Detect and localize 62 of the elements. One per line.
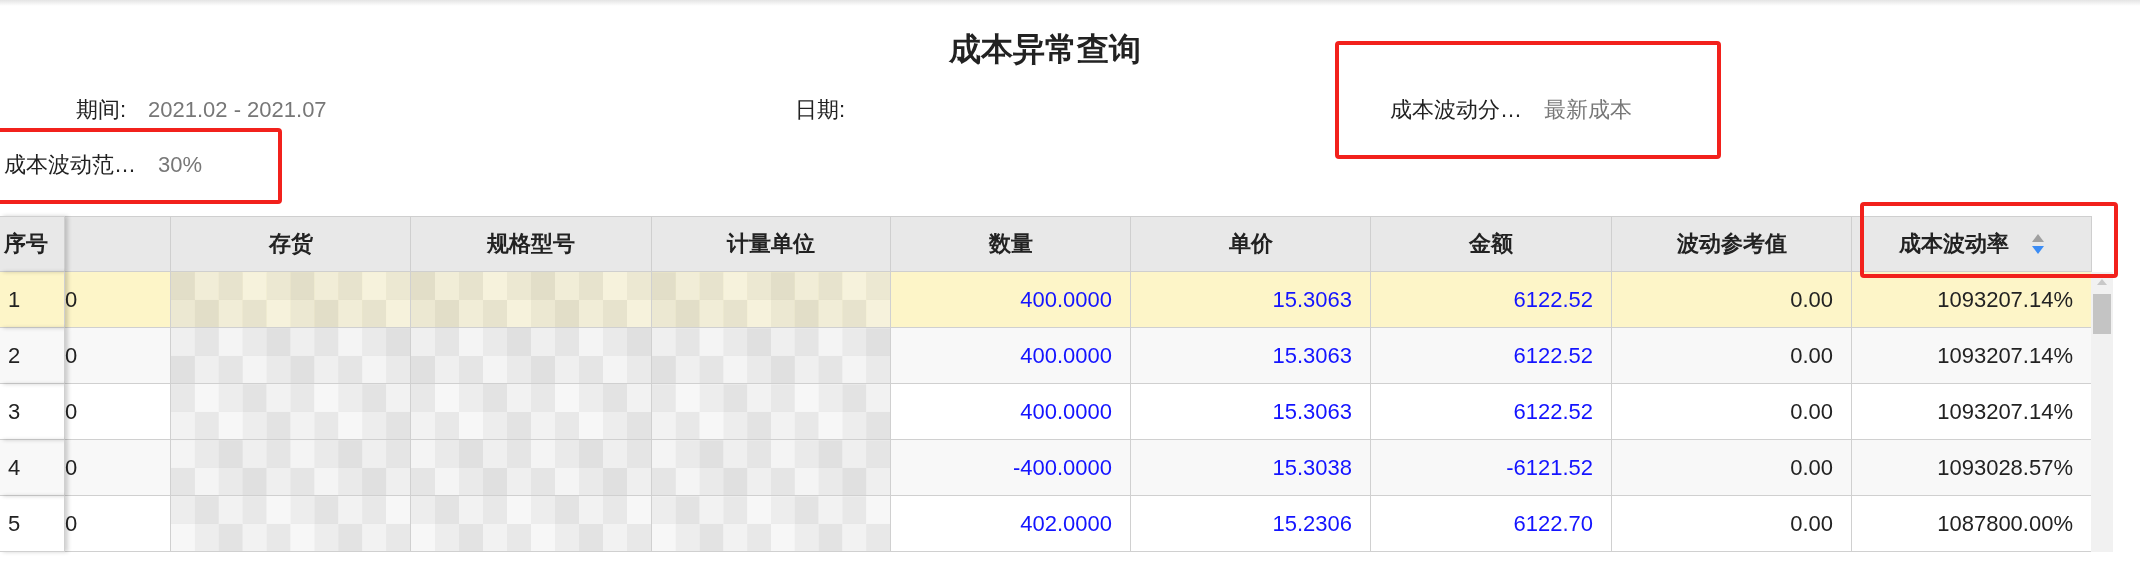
table-cell: 15.2306 <box>1272 510 1352 537</box>
column-header[interactable] <box>65 216 171 272</box>
table-cell: 0 <box>65 342 78 369</box>
table-cell: 0 <box>65 398 78 425</box>
table-cell: 0 <box>65 454 78 481</box>
table-cell: 0.00 <box>1790 510 1833 537</box>
column-header[interactable]: 金额 <box>1371 216 1612 272</box>
table-cell: 4 <box>8 454 21 481</box>
filter-label: 日期: <box>793 95 845 124</box>
table-row[interactable]: 1 0 400.0000 15.3063 6122.52 0.00 1093207.14% <box>0 272 2092 328</box>
table-cell: 2 <box>8 342 21 369</box>
filter-value[interactable]: 最新成本 <box>1544 94 1632 125</box>
table-cell: 5 <box>8 510 21 537</box>
table-cell: -6121.52 <box>1506 454 1593 481</box>
column-header[interactable]: 成本波动率 <box>1852 216 2092 272</box>
table-cell: 15.3063 <box>1272 286 1352 313</box>
table-cell: 0 <box>65 510 78 537</box>
column-header[interactable]: 规格型号 <box>411 216 652 272</box>
filter-label: 成本波动范… <box>4 150 136 179</box>
table-cell: 6122.52 <box>1513 398 1593 425</box>
table-row[interactable]: 5 0 402.0000 15.2306 6122.70 0.00 1087800.00% <box>0 496 2092 552</box>
table-row[interactable]: 4 0 -400.0000 15.3038 -6121.52 0.00 1093028.57% <box>0 440 2092 496</box>
table-cell: 0.00 <box>1790 398 1833 425</box>
scroll-up-icon[interactable] <box>2096 278 2108 286</box>
table-row[interactable]: 2 0 400.0000 15.3063 6122.52 0.00 1093207.14% <box>0 328 2092 384</box>
table-cell: 400.0000 <box>1020 398 1112 425</box>
filter-value[interactable]: 2021.02 - 2021.07 <box>148 96 327 123</box>
column-header[interactable]: 数量 <box>891 216 1131 272</box>
table-cell: 400.0000 <box>1020 286 1112 313</box>
column-header[interactable]: 单价 <box>1131 216 1371 272</box>
table-cell: 0.00 <box>1790 454 1833 481</box>
column-header[interactable]: 波动参考值 <box>1612 216 1852 272</box>
table-cell: 400.0000 <box>1020 342 1112 369</box>
filter-label: 期间: <box>74 95 126 124</box>
sort-icon[interactable] <box>2030 233 2045 255</box>
table-cell: 15.3063 <box>1272 342 1352 369</box>
table-cell: 15.3063 <box>1272 398 1352 425</box>
column-header[interactable]: 存货 <box>171 216 411 272</box>
scrollbar[interactable] <box>2091 272 2113 552</box>
table-row[interactable]: 3 0 400.0000 15.3063 6122.52 0.00 1093207.14% <box>0 384 2092 440</box>
table-cell: 1093207.14% <box>1937 286 2073 313</box>
table-cell: 3 <box>8 398 21 425</box>
table-cell: -400.0000 <box>1012 454 1112 481</box>
table-cell: 1087800.00% <box>1937 510 2073 537</box>
page-title: 成本异常查询 <box>949 30 1141 69</box>
table-cell: 0.00 <box>1790 286 1833 313</box>
table-cell: 0.00 <box>1790 342 1833 369</box>
table-cell: 0 <box>65 286 78 313</box>
filter-label: 成本波动分… <box>1390 95 1522 124</box>
table-cell: 6122.52 <box>1513 286 1593 313</box>
column-header[interactable]: 序号 <box>0 216 65 272</box>
column-header[interactable]: 计量单位 <box>652 216 891 272</box>
table-cell: 402.0000 <box>1020 510 1112 537</box>
table-cell: 1093028.57% <box>1937 454 2073 481</box>
table-cell: 1093207.14% <box>1937 342 2073 369</box>
table-cell: 1093207.14% <box>1937 398 2073 425</box>
scrollbar-thumb[interactable] <box>2093 294 2111 334</box>
table-cell: 6122.70 <box>1513 510 1593 537</box>
table-cell: 6122.52 <box>1513 342 1593 369</box>
filter-value[interactable]: 30% <box>158 151 203 178</box>
table-cell: 1 <box>8 286 21 313</box>
table-cell: 15.3038 <box>1272 454 1352 481</box>
